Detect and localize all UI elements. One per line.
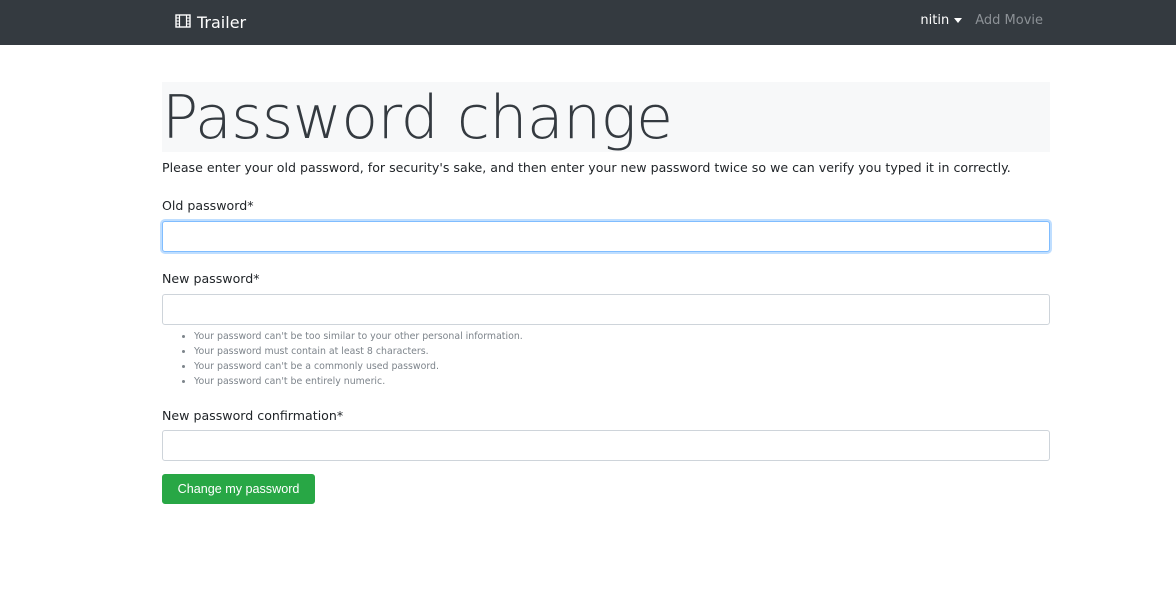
old-password-label: Old password* bbox=[162, 198, 254, 213]
brand-link[interactable]: Trailer bbox=[175, 11, 246, 33]
password-help-list: Your password can't be too similar to yo… bbox=[194, 329, 523, 389]
caret-down-icon bbox=[954, 18, 963, 23]
change-password-button[interactable]: Change my password bbox=[162, 474, 315, 504]
help-item: Your password can't be a commonly used p… bbox=[194, 359, 523, 374]
new-password-input[interactable] bbox=[162, 294, 1050, 325]
user-dropdown[interactable]: nitin bbox=[920, 13, 963, 28]
help-item: Your password can't be too similar to yo… bbox=[194, 329, 523, 344]
brand-label: Trailer bbox=[197, 12, 247, 32]
top-navbar: Trailer nitin Add Movie bbox=[0, 0, 1176, 45]
navbar-right: nitin Add Movie bbox=[920, 13, 1043, 28]
page-title: Password change bbox=[162, 83, 673, 153]
add-movie-link[interactable]: Add Movie bbox=[975, 13, 1043, 28]
user-label: nitin bbox=[920, 13, 950, 28]
help-item: Your password must contain at least 8 ch… bbox=[194, 344, 523, 359]
old-password-input[interactable] bbox=[162, 221, 1050, 252]
intro-text: Please enter your old password, for secu… bbox=[162, 160, 1011, 175]
confirm-password-label: New password confirmation* bbox=[162, 408, 344, 423]
confirm-password-input[interactable] bbox=[162, 430, 1050, 461]
new-password-label: New password* bbox=[162, 271, 260, 286]
film-icon bbox=[175, 13, 197, 32]
help-item: Your password can't be entirely numeric. bbox=[194, 374, 523, 389]
